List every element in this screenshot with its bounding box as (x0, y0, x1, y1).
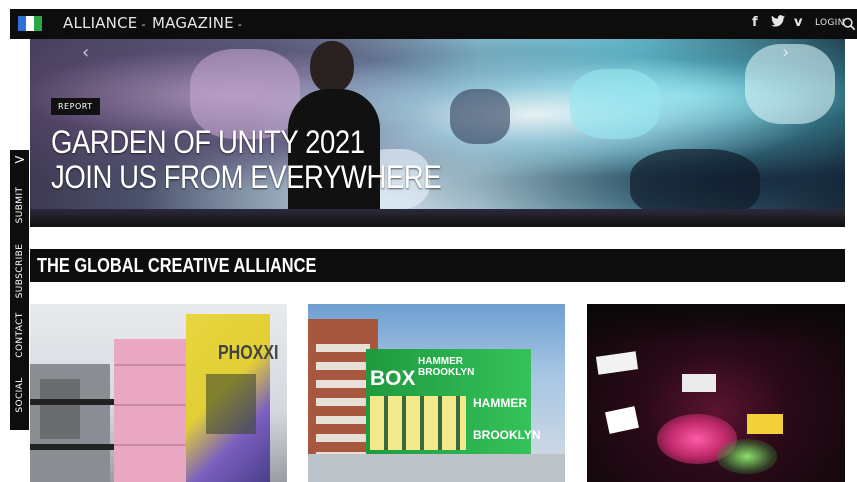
facebook-icon[interactable]: f (752, 15, 758, 30)
chevron-right-icon[interactable]: > (10, 150, 29, 170)
login-link[interactable]: LOGIN (815, 18, 845, 28)
hero-banner[interactable]: ‹ › REPORT GARDEN OF UNITY 2021 JOIN US … (30, 39, 845, 227)
card-image-balcony (30, 399, 120, 405)
card-image-balcony (30, 444, 120, 450)
card-signage-hammer-side: HAMMER (473, 396, 527, 410)
hero-art-shape (570, 69, 660, 139)
card-image-windows (316, 334, 370, 454)
chevron-down-icon: - (237, 18, 242, 31)
card-image-street (308, 454, 565, 482)
card-image-window (206, 374, 256, 434)
card-signage-box: BOX (370, 367, 416, 390)
search-icon[interactable] (842, 17, 856, 31)
hero-title-line-2: JOIN US FROM EVERYWHERE (51, 159, 442, 195)
card-image-lit-windows (370, 396, 466, 450)
card-image-mural (40, 379, 80, 439)
card-signage-brooklyn: BROOKLYN (418, 367, 475, 378)
nav-alliance-label: ALLIANCE (63, 14, 138, 32)
top-navigation-bar: ALLIANCE - MAGAZINE - f v LOGIN (10, 9, 857, 39)
chevron-down-icon: - (141, 18, 146, 31)
hero-title[interactable]: GARDEN OF UNITY 2021 JOIN US FROM EVERYW… (51, 124, 442, 195)
side-tab-subscribe[interactable]: SUBSCRIBE (10, 238, 29, 304)
card-signage-brooklyn-side: BROOKLYN (473, 428, 541, 442)
side-tab-social[interactable]: SOCIAL (10, 366, 29, 424)
nav-alliance[interactable]: ALLIANCE - (63, 14, 146, 32)
side-tab-contact[interactable]: CONTACT (10, 306, 29, 364)
article-card[interactable]: BOX HAMMER BROOKLYN HAMMER BROOKLYN (308, 304, 565, 482)
card-image-screen (747, 414, 783, 434)
card-image-sky (587, 304, 845, 344)
card-signage-hammer: HAMMER (418, 356, 463, 367)
page: ALLIANCE - MAGAZINE - f v LOGIN ‹ › REPORT (0, 0, 857, 482)
section-title: THE GLOBAL CREATIVE ALLIANCE (37, 255, 317, 277)
twitter-icon[interactable] (771, 15, 785, 30)
card-image-screen (605, 406, 639, 434)
nav-magazine-label: MAGAZINE (152, 14, 234, 32)
card-image-crowd (717, 439, 777, 474)
card-image-screen (595, 351, 639, 375)
card-image-pink-containers (114, 339, 186, 482)
slider-next-icon[interactable]: › (782, 42, 789, 63)
card-signage: PHOXXI (218, 342, 279, 364)
slider-prev-icon[interactable]: ‹ (82, 42, 89, 63)
card-image-seam (114, 404, 186, 406)
card-image-seam (114, 364, 186, 366)
side-tab-subscribe-label: SUBSCRIBE (14, 243, 25, 299)
report-tag[interactable]: REPORT (51, 98, 100, 115)
vimeo-icon[interactable]: v (794, 15, 802, 30)
flag-logo-icon[interactable] (18, 16, 42, 31)
side-tab-submit[interactable]: SUBMIT (10, 174, 29, 236)
hero-art-shape (450, 89, 510, 144)
side-tab-social-label: SOCIAL (14, 377, 25, 413)
hero-art-shape (745, 44, 835, 124)
section-header: THE GLOBAL CREATIVE ALLIANCE (30, 249, 845, 282)
nav-magazine[interactable]: MAGAZINE - (152, 14, 242, 32)
card-image-screen (682, 374, 716, 392)
side-tab-bar: > SUBMIT SUBSCRIBE CONTACT SOCIAL (10, 150, 29, 430)
hero-desk (30, 209, 845, 227)
hero-title-line-1: GARDEN OF UNITY 2021 (51, 124, 365, 160)
card-image-seam (114, 444, 186, 446)
side-tab-contact-label: CONTACT (14, 312, 25, 358)
article-card[interactable] (587, 304, 845, 482)
article-card[interactable]: PHOXXI (30, 304, 287, 482)
side-tab-submit-label: SUBMIT (14, 186, 25, 224)
